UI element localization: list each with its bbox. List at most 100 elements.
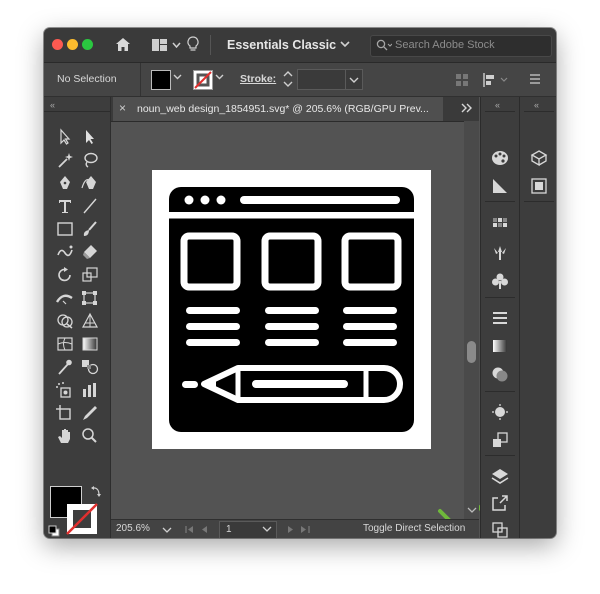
lasso-icon[interactable] (80, 151, 100, 169)
width-icon[interactable] (55, 289, 75, 307)
type-icon[interactable] (55, 197, 75, 215)
home-icon[interactable] (115, 37, 131, 52)
document-tab[interactable]: × noun_web design_1854951.svg* @ 205.6% … (113, 97, 443, 121)
rotate-icon[interactable] (55, 266, 75, 284)
blend-icon[interactable] (80, 358, 100, 376)
align-icon[interactable] (455, 73, 469, 87)
hand-icon[interactable] (55, 427, 75, 445)
zoom-level[interactable]: 205.6% (116, 523, 150, 534)
swap-fill-stroke-icon[interactable] (90, 485, 102, 497)
gradient-panel-icon[interactable] (490, 337, 510, 355)
pen-icon[interactable] (55, 174, 75, 192)
gradient-icon[interactable] (80, 335, 100, 353)
status-text: Toggle Direct Selection (363, 523, 466, 534)
stroke-label[interactable]: Stroke: (240, 73, 276, 85)
document-title: noun_web design_1854951.svg* @ 205.6% (R… (137, 103, 429, 115)
document-area: × noun_web design_1854951.svg* @ 205.6% … (111, 97, 498, 538)
title-bar: Essentials Classic Search Adobe Stock (44, 28, 556, 63)
line-icon[interactable] (80, 197, 100, 215)
selection-tool-icon[interactable] (55, 128, 75, 146)
swatches-icon[interactable] (490, 215, 510, 233)
scale-icon[interactable] (80, 266, 100, 284)
panel-menu-icon[interactable] (529, 73, 541, 85)
collapse-dock-icon[interactable]: « (495, 100, 500, 110)
symbols-icon[interactable] (490, 272, 510, 290)
graphic-styles-icon[interactable] (490, 431, 510, 449)
lightbulb-icon[interactable] (187, 36, 199, 53)
appearance-icon[interactable] (490, 403, 510, 421)
color-panel-icon[interactable] (490, 149, 510, 167)
panel-dock-right: « (519, 97, 556, 538)
minimize-window-button[interactable] (67, 39, 78, 50)
maximize-window-button[interactable] (82, 39, 93, 50)
fill-dropdown[interactable] (173, 72, 182, 81)
close-tab-icon[interactable]: × (119, 101, 126, 115)
workspace-switcher-icon[interactable] (151, 38, 181, 52)
rectangle-icon[interactable] (55, 220, 75, 238)
shape-builder-icon[interactable] (55, 312, 75, 330)
scroll-down-icon[interactable] (467, 506, 477, 514)
artboard[interactable] (152, 170, 431, 449)
search-placeholder: Search Adobe Stock (395, 39, 495, 51)
paintbrush-icon[interactable] (80, 220, 100, 238)
stroke-weight-input[interactable] (297, 69, 347, 90)
artboard-icon[interactable] (55, 404, 75, 422)
web-design-icon-artwork (169, 187, 414, 432)
column-graph-icon[interactable] (80, 381, 100, 399)
mesh-icon[interactable] (55, 335, 75, 353)
direct-selection-tool-icon[interactable] (80, 128, 100, 146)
illustrator-window: Essentials Classic Search Adobe Stock No… (44, 28, 556, 538)
workspace-name[interactable]: Essentials Classic (227, 38, 336, 52)
export-icon[interactable] (490, 495, 510, 513)
transform-icon[interactable] (482, 72, 512, 88)
tab-overflow-icon[interactable] (460, 101, 474, 115)
fill-swatch[interactable] (151, 70, 171, 90)
eraser-icon[interactable] (80, 243, 100, 261)
zoom-icon[interactable] (80, 427, 100, 445)
shaper-icon[interactable] (55, 243, 75, 261)
artboard-number: 1 (226, 524, 232, 535)
eyedropper-icon[interactable] (55, 358, 75, 376)
search-icon (376, 39, 392, 52)
document-tab-bar: × noun_web design_1854951.svg* @ 205.6% … (111, 97, 479, 122)
transparency-icon[interactable] (490, 365, 510, 383)
free-transform-icon[interactable] (80, 289, 100, 307)
stroke-swatch[interactable] (193, 70, 213, 90)
control-divider (140, 63, 141, 96)
stroke-panel-icon[interactable] (490, 309, 510, 327)
color-guide-icon[interactable] (490, 177, 510, 195)
default-fill-stroke-icon[interactable] (48, 525, 60, 537)
close-window-button[interactable] (52, 39, 63, 50)
zoom-dropdown[interactable] (159, 520, 175, 538)
perspective-icon[interactable] (80, 312, 100, 330)
vertical-scrollbar[interactable] (464, 121, 479, 519)
collapse-dock-right-icon[interactable]: « (534, 100, 539, 110)
artboards-panel-icon[interactable] (490, 521, 510, 538)
status-bar: 205.6% 1 Toggle Direct Selection (111, 519, 479, 538)
stroke-dropdown[interactable] (215, 72, 224, 81)
first-artboard-icon[interactable] (183, 524, 213, 535)
properties-icon[interactable] (529, 177, 549, 195)
scrollbar-thumb[interactable] (467, 341, 476, 363)
control-bar: No Selection Stroke: (44, 63, 556, 97)
magic-wand-icon[interactable] (55, 151, 75, 169)
titlebar-divider (210, 35, 211, 55)
layers-icon[interactable] (490, 467, 510, 485)
selection-status: No Selection (57, 73, 117, 85)
brushes-icon[interactable] (490, 244, 510, 262)
symbol-sprayer-icon[interactable] (55, 381, 75, 399)
slice-icon[interactable] (80, 404, 100, 422)
artboard-navigation-field[interactable]: 1 (219, 521, 277, 538)
stroke-weight-dropdown[interactable] (345, 69, 363, 90)
tools-panel: « (44, 97, 111, 538)
stroke-weight-stepper[interactable] (282, 69, 294, 89)
last-artboard-icon[interactable] (283, 524, 313, 535)
chevron-down-icon[interactable] (340, 41, 350, 48)
panel-dock-left: « (480, 97, 519, 538)
stock-search-input[interactable]: Search Adobe Stock (370, 35, 552, 57)
tools-divider (44, 111, 110, 112)
collapse-tools-icon[interactable]: « (50, 100, 55, 110)
libraries-icon[interactable] (529, 149, 549, 167)
curvature-icon[interactable] (80, 174, 100, 192)
stroke-color-box[interactable] (66, 503, 98, 535)
